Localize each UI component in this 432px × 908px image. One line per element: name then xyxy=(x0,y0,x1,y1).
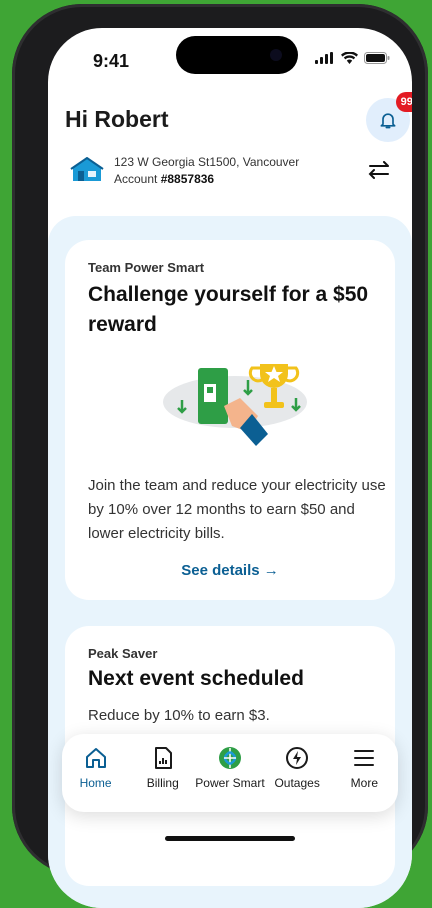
status-icons xyxy=(315,52,390,64)
nav-billing[interactable]: Billing xyxy=(131,746,195,790)
app-screen: 9:41 Hi Robert 99+ 123 W Georgia St1500,… xyxy=(48,28,412,908)
nav-home-label: Home xyxy=(79,776,112,790)
bell-icon xyxy=(380,113,396,129)
nav-more[interactable]: More xyxy=(332,746,396,790)
challenge-headline: Challenge yourself for a $50 reward xyxy=(88,283,369,336)
nav-power-smart[interactable]: Power Smart xyxy=(195,746,265,790)
signal-icon xyxy=(315,52,333,64)
power-smart-icon xyxy=(218,747,241,769)
wifi-icon xyxy=(341,52,358,64)
challenge-body: Join the team and reduce your electricit… xyxy=(88,477,386,542)
account-number-line: Account #8857836 xyxy=(114,172,214,186)
peak-body: Reduce by 10% to earn $3. xyxy=(88,707,270,724)
nav-billing-label: Billing xyxy=(146,776,179,790)
phone-frame: 9:41 Hi Robert 99+ 123 W Georgia St1500,… xyxy=(12,4,428,908)
see-details-link[interactable]: See details → xyxy=(65,562,395,579)
home-indicator xyxy=(165,836,295,841)
challenge-kicker: Team Power Smart xyxy=(88,260,205,275)
status-bar: 9:41 xyxy=(48,28,412,88)
nav-home[interactable]: Home xyxy=(64,746,128,790)
account-selector[interactable]: 123 W Georgia St1500, Vancouver Account … xyxy=(70,155,390,189)
bolt-icon xyxy=(286,747,309,769)
status-time: 9:41 xyxy=(93,51,130,71)
account-address: 123 W Georgia St1500, Vancouver xyxy=(114,155,300,169)
bottom-nav: Home Billing Power Smart Outages More xyxy=(62,734,398,812)
switch-account-icon[interactable] xyxy=(368,161,390,179)
bill-icon xyxy=(154,747,172,769)
camera-dot xyxy=(270,49,282,61)
account-label: Account xyxy=(114,172,161,186)
nav-outages[interactable]: Outages xyxy=(265,746,329,790)
home-icon xyxy=(85,748,106,768)
challenge-illustration xyxy=(163,364,307,446)
greeting-title: Hi Robert xyxy=(65,106,169,132)
house-icon xyxy=(70,157,104,181)
nav-power-smart-label: Power Smart xyxy=(195,776,265,790)
menu-icon xyxy=(354,750,375,766)
nav-more-label: More xyxy=(350,776,379,790)
account-number: #8857836 xyxy=(160,172,215,186)
dynamic-island xyxy=(176,36,298,74)
challenge-card[interactable]: Team Power Smart Challenge yourself for … xyxy=(65,240,395,600)
peak-kicker: Peak Saver xyxy=(88,646,158,661)
battery-icon xyxy=(364,52,390,64)
nav-outages-label: Outages xyxy=(274,776,320,790)
peak-headline: Next event scheduled xyxy=(88,667,304,690)
notification-badge: 99+ xyxy=(396,92,412,112)
